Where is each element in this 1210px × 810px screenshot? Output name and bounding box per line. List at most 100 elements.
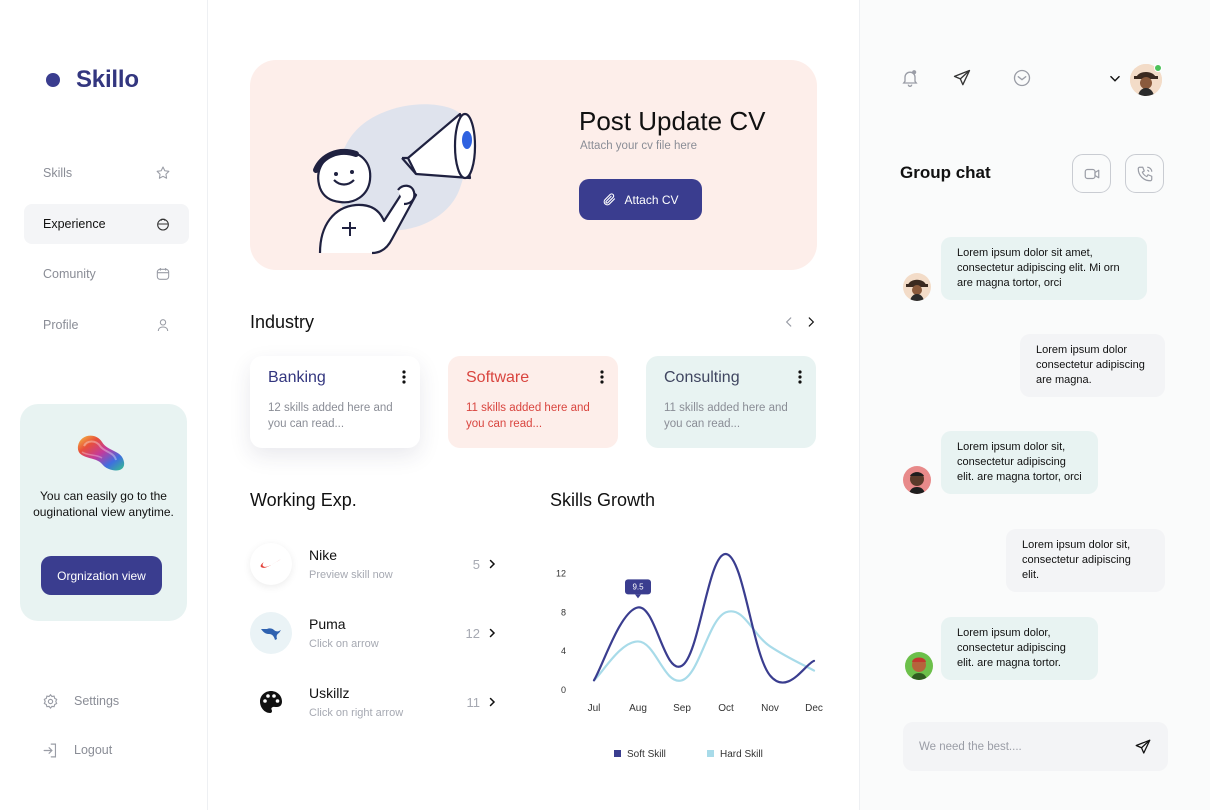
more-vertical-icon[interactable] bbox=[402, 370, 406, 384]
avatar[interactable] bbox=[903, 466, 931, 494]
chevron-right-icon[interactable] bbox=[804, 315, 818, 329]
palette-logo-icon bbox=[250, 681, 292, 723]
legend-label: Soft Skill bbox=[627, 749, 666, 760]
chevron-left-icon[interactable] bbox=[782, 315, 796, 329]
logout-icon bbox=[43, 743, 57, 757]
sidebar-item-label: Skills bbox=[43, 166, 73, 180]
x-tick-label: Aug bbox=[629, 703, 647, 714]
list-item[interactable]: Nike Preview skill now 5 bbox=[250, 543, 500, 612]
puma-logo-icon bbox=[250, 612, 292, 654]
phone-icon bbox=[1137, 166, 1152, 181]
video-camera-icon bbox=[1084, 168, 1099, 179]
avatar[interactable] bbox=[903, 273, 931, 301]
org-view-card: You can easily go to the ouginational vi… bbox=[20, 404, 187, 621]
x-tick-label: Jul bbox=[588, 703, 601, 714]
logo-mark-icon bbox=[44, 69, 66, 91]
industry-card-desc: 12 skills added here and you can read... bbox=[268, 402, 393, 430]
rainbow-knot-illustration bbox=[77, 435, 125, 471]
attach-cv-label: Attach CV bbox=[624, 192, 679, 207]
company-sub: Click on arrow bbox=[309, 638, 379, 650]
skill-count: 5 bbox=[472, 557, 480, 572]
send-icon[interactable] bbox=[952, 68, 972, 88]
hero-title: Post Update CV bbox=[579, 106, 766, 136]
logo[interactable]: Skillo bbox=[44, 66, 139, 94]
message-input-box bbox=[903, 722, 1168, 771]
post-cv-banner: Post Update CV Attach your cv file here … bbox=[250, 60, 817, 270]
send-message-icon[interactable] bbox=[1134, 738, 1152, 756]
logout-link[interactable]: Logout bbox=[42, 739, 119, 761]
chevron-right-icon[interactable] bbox=[486, 696, 498, 708]
sidebar-item-comunity[interactable]: Comunity bbox=[24, 254, 189, 294]
avatar[interactable] bbox=[905, 652, 933, 680]
sidebar-nav: Skills Experience Comunity Profile bbox=[24, 153, 189, 355]
chevron-right-icon[interactable] bbox=[486, 627, 498, 639]
company-sub: Click on right arrow bbox=[309, 707, 404, 719]
working-exp-title: Working Exp. bbox=[250, 490, 357, 510]
user-icon bbox=[157, 318, 169, 331]
company-name: Puma bbox=[309, 616, 346, 632]
video-call-button[interactable] bbox=[1072, 154, 1111, 193]
legend-swatch bbox=[707, 750, 714, 757]
sidebar-item-experience[interactable]: Experience bbox=[24, 203, 189, 244]
chat-panel: Group chat Lorem ipsum dolor sit amet, c… bbox=[859, 0, 1210, 810]
y-tick-label: 0 bbox=[561, 685, 566, 695]
chat-message-outgoing: Lorem ipsum dolor sit, consectetur adipi… bbox=[1006, 529, 1165, 592]
chevron-down-icon[interactable] bbox=[1108, 73, 1122, 85]
list-item[interactable]: Puma Click on arrow 12 bbox=[250, 612, 500, 681]
org-card-text: You can easily go to the ouginational vi… bbox=[33, 489, 174, 519]
sidebar: Skillo Skills Experience Comunity Profil… bbox=[0, 0, 208, 810]
legend-label: Hard Skill bbox=[720, 749, 763, 760]
y-tick-label: 4 bbox=[561, 646, 566, 656]
y-tick-label: 12 bbox=[556, 568, 566, 578]
annotation-label: 9.5 bbox=[632, 582, 644, 591]
y-tick-label: 8 bbox=[561, 607, 566, 617]
inbox-icon[interactable] bbox=[1012, 68, 1032, 88]
chat-message-incoming: Lorem ipsum dolor sit, consectetur adipi… bbox=[941, 431, 1098, 494]
chat-message-outgoing: Lorem ipsum dolor consectetur adipiscing… bbox=[1020, 334, 1165, 397]
working-exp-list: Nike Preview skill now 5 Puma Click on a… bbox=[250, 543, 500, 750]
company-name: Nike bbox=[309, 547, 338, 563]
settings-label: Settings bbox=[74, 694, 120, 708]
industry-card-consulting[interactable]: Consulting 11 skills added here and you … bbox=[646, 356, 816, 448]
more-vertical-icon[interactable] bbox=[798, 370, 802, 384]
sidebar-item-label: Comunity bbox=[43, 267, 96, 281]
industry-card-software[interactable]: Software 11 skills added here and you ca… bbox=[448, 356, 618, 448]
paperclip-icon bbox=[604, 193, 616, 206]
sidebar-item-skills[interactable]: Skills bbox=[24, 153, 189, 193]
company-sub: Preview skill now bbox=[309, 569, 393, 581]
industry-card-name: Banking bbox=[268, 369, 326, 386]
more-vertical-icon[interactable] bbox=[600, 370, 604, 384]
legend-swatch bbox=[614, 750, 621, 757]
organization-view-button[interactable]: Orgnization view bbox=[41, 556, 162, 595]
chat-message-incoming: Lorem ipsum dolor, consectetur adipiscin… bbox=[941, 617, 1098, 680]
x-tick-label: Sep bbox=[673, 703, 691, 714]
industry-card-desc: 11 skills added here and you can read... bbox=[664, 402, 788, 430]
chevron-right-icon[interactable] bbox=[486, 558, 498, 570]
skill-count: 12 bbox=[465, 626, 480, 641]
x-tick-label: Nov bbox=[761, 703, 779, 714]
gear-icon bbox=[43, 693, 58, 709]
chat-message-incoming: Lorem ipsum dolor sit amet, consectetur … bbox=[941, 237, 1147, 300]
phone-call-button[interactable] bbox=[1125, 154, 1164, 193]
sidebar-bottom-nav: Settings Logout bbox=[42, 690, 119, 788]
sidebar-item-label: Profile bbox=[43, 317, 79, 332]
star-icon bbox=[156, 166, 170, 179]
industry-card-desc: 11 skills added here and you can read... bbox=[466, 402, 590, 430]
settings-link[interactable]: Settings bbox=[42, 690, 119, 712]
industry-card-name: Consulting bbox=[664, 369, 740, 386]
list-item[interactable]: Uskillz Click on right arrow 11 bbox=[250, 681, 500, 750]
industry-pager bbox=[782, 315, 818, 329]
company-name: Uskillz bbox=[309, 685, 350, 701]
skills-growth-chart: 0 4 8 12 Jul Aug Sep Oct Nov Dec 9.5 Soft Skill Hard… bbox=[556, 552, 823, 760]
logout-label: Logout bbox=[74, 743, 113, 757]
skill-count: 11 bbox=[466, 695, 481, 710]
annotation-pointer bbox=[635, 594, 641, 599]
app-name: Skillo bbox=[76, 66, 139, 93]
sidebar-item-profile[interactable]: Profile bbox=[24, 305, 189, 345]
industry-card-banking[interactable]: Banking 12 skills added here and you can… bbox=[250, 356, 420, 448]
x-tick-label: Oct bbox=[718, 703, 734, 714]
nike-logo-icon bbox=[250, 543, 292, 585]
bell-icon[interactable] bbox=[900, 68, 920, 88]
message-input[interactable] bbox=[919, 740, 1134, 753]
attach-cv-button[interactable]: Attach CV bbox=[579, 179, 702, 220]
